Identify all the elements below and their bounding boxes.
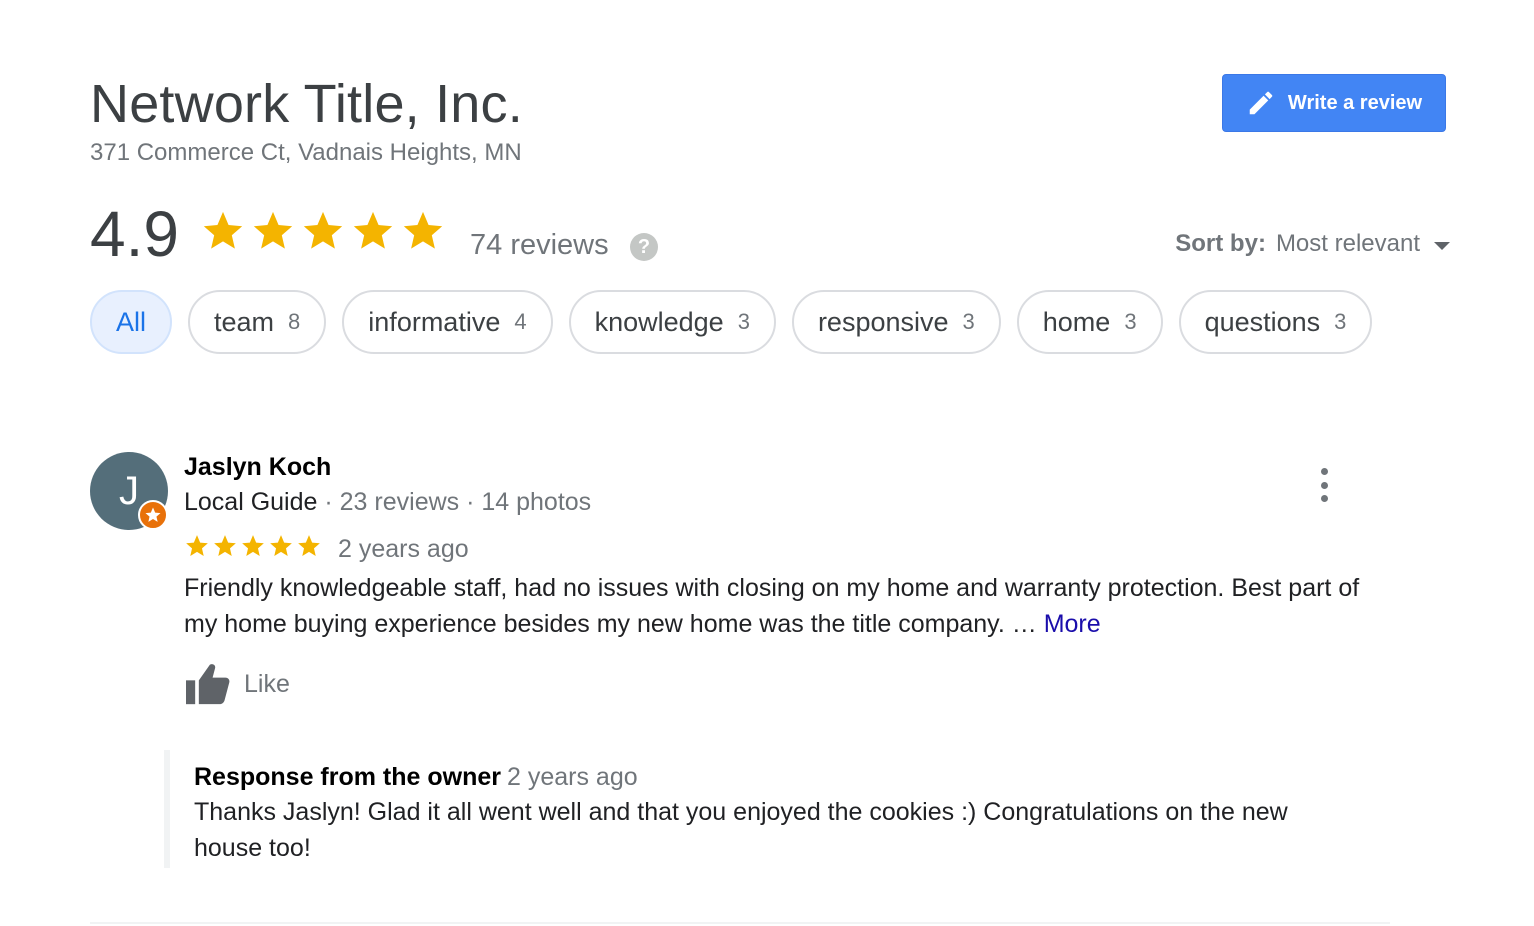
chip-label: responsive <box>817 306 949 337</box>
reviewer-meta: Local Guide · 23 reviews · 14 photos <box>184 485 591 519</box>
sort-value: Most relevant <box>1275 230 1420 257</box>
chip-label: home <box>1042 306 1111 337</box>
filter-chip-responsive[interactable]: responsive 3 <box>791 290 1001 354</box>
chip-label: All <box>116 306 147 337</box>
average-rating: 4.9 <box>90 198 179 270</box>
reviewer-stats: · 23 reviews · 14 photos <box>317 488 592 516</box>
chip-label: questions <box>1204 306 1321 337</box>
sort-dropdown[interactable]: Sort by: Most relevant <box>1175 230 1450 258</box>
more-options-icon[interactable] <box>1312 468 1336 502</box>
star-icon <box>214 535 236 556</box>
response-text: Thanks Jaslyn! Glad it all went well and… <box>194 798 1288 862</box>
reviewer-level: Local Guide <box>184 488 318 516</box>
response-time: 2 years ago <box>507 763 638 791</box>
chip-count: 3 <box>962 309 975 334</box>
divider <box>90 922 1390 924</box>
owner-response: Response from the owner 2 years ago Thank… <box>164 750 1354 868</box>
chip-count: 3 <box>1334 309 1347 334</box>
star-icon <box>303 211 343 249</box>
pencil-icon <box>1249 91 1273 115</box>
filter-chip-knowledge[interactable]: knowledge 3 <box>568 290 776 354</box>
like-button[interactable]: Like <box>184 662 290 706</box>
star-icon <box>186 535 208 556</box>
star-icon <box>242 535 264 556</box>
chip-label: team <box>214 306 275 337</box>
response-title: Response from the owner <box>194 763 501 791</box>
write-review-button[interactable]: Write a review <box>1222 74 1446 132</box>
caret-down-icon <box>1434 242 1450 250</box>
chip-count: 8 <box>288 309 301 334</box>
chip-count: 3 <box>1124 309 1137 334</box>
chip-count: 4 <box>514 309 527 334</box>
chip-count: 3 <box>737 309 750 334</box>
star-icon <box>270 535 292 556</box>
rating-summary: 4.9 74 reviews ? Sort by: Most relevant <box>90 198 1450 270</box>
star-icon <box>353 211 393 249</box>
filter-chip-home[interactable]: home 3 <box>1016 290 1163 354</box>
reviewer-name[interactable]: Jaslyn Koch <box>184 450 331 484</box>
like-label: Like <box>244 669 290 698</box>
filter-chip-team[interactable]: team 8 <box>188 290 327 354</box>
chip-label: informative <box>368 306 501 337</box>
chip-label: knowledge <box>594 306 724 337</box>
review-count[interactable]: 74 reviews <box>470 228 609 262</box>
sort-label: Sort by: <box>1175 230 1266 257</box>
filter-chip-informative[interactable]: informative 4 <box>342 290 553 354</box>
review-body: Friendly knowledgeable staff, had no iss… <box>184 574 1360 638</box>
review-time: 2 years ago <box>338 535 469 563</box>
business-address: 371 Commerce Ct, Vadnais Heights, MN <box>90 139 522 166</box>
review-stars <box>184 533 322 559</box>
filter-chip-all[interactable]: All <box>90 290 173 354</box>
more-link[interactable]: More <box>1044 610 1101 638</box>
star-icon <box>203 211 243 249</box>
response-heading: Response from the owner 2 years ago <box>194 760 1354 794</box>
topic-filters: All team 8 informative 4 knowledge 3 res… <box>90 290 1373 354</box>
business-name: Network Title, Inc. <box>90 74 523 134</box>
star-icon <box>298 535 320 556</box>
review-text: Friendly knowledgeable staff, had no iss… <box>184 570 1394 642</box>
help-icon[interactable]: ? <box>630 233 658 261</box>
star-icon <box>253 211 293 249</box>
local-guide-badge-icon <box>138 500 168 530</box>
star-icon <box>403 211 443 249</box>
filter-chip-questions[interactable]: questions 3 <box>1178 290 1373 354</box>
rating-stars <box>200 208 446 254</box>
thumbs-up-icon <box>186 664 230 705</box>
write-review-label: Write a review <box>1287 91 1423 114</box>
